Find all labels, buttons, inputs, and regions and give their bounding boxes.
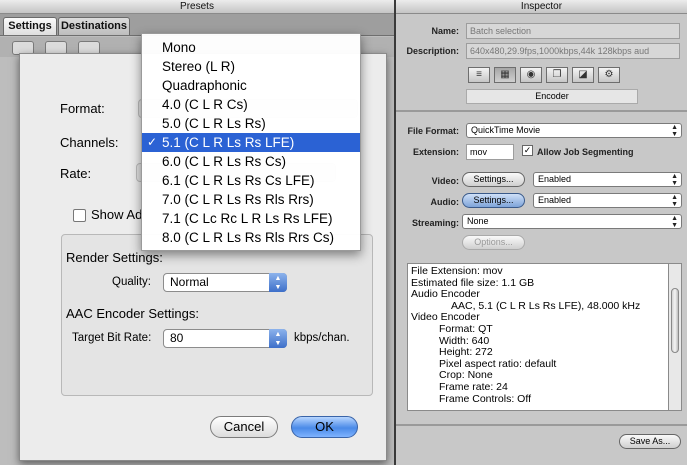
channels-menu: Mono Stereo (L R) Quadraphonic 4.0 (C L … [141,33,361,251]
audio-label: Audio: [430,197,460,207]
presets-titlebar: Presets [0,0,394,14]
target-bitrate-popup[interactable]: 80 ▲ ▼ [163,329,287,348]
settings-summary-text: File Extension: mov Estimated file size:… [407,263,669,411]
file-format-value: QuickTime Movie [471,125,541,135]
menu-item-stereo[interactable]: Stereo (L R) [142,57,360,76]
bitrate-unit-label: kbps/chan. [294,332,350,344]
allow-segmenting-label: Allow Job Segmenting [537,147,634,157]
menu-item-label: Mono [162,40,196,55]
streaming-label: Streaming: [411,218,459,228]
description-field[interactable]: 640x480,29.9fps,1000kbps,44k 128kbps aud [466,43,680,59]
divider [396,424,687,426]
quality-popup[interactable]: Normal ▲ ▼ [163,273,287,292]
summary-scrollbar[interactable] [669,263,682,411]
name-label: Name: [431,26,459,36]
audio-enabled-popup[interactable]: Enabled ▲ ▼ [533,193,682,208]
quality-label: Quality: [112,276,151,288]
extension-field[interactable]: mov [466,144,514,160]
ok-button[interactable]: OK [291,416,358,438]
menu-item-4-0[interactable]: 4.0 (C L R Cs) [142,95,360,114]
file-format-popup[interactable]: QuickTime Movie ▲ ▼ [466,123,682,138]
menu-item-label: 7.1 (C Lc Rc L R Ls Rs LFE) [162,211,333,226]
settings-group: Render Settings: Quality: Normal ▲ ▼ AAC … [61,234,373,396]
extension-label: Extension: [412,147,459,157]
frame-controls-tab-icon[interactable]: ◉ [520,67,542,83]
encoder-pane-label: Encoder [466,89,638,104]
popup-arrows-icon: ▲ ▼ [269,273,287,292]
streaming-value: None [467,216,489,226]
tab-settings[interactable]: Settings [3,17,57,35]
summary-line: Height: 272 [439,346,493,359]
streaming-popup[interactable]: None ▲ ▼ [462,214,682,229]
menu-item-8-0[interactable]: 8.0 (C L R Ls Rs Rls Rrs Cs) [142,228,360,247]
file-format-label: File Format: [407,126,459,136]
menu-item-label: 5.1 (C L R Ls Rs LFE) [162,135,295,150]
menu-item-5-0[interactable]: 5.0 (C L R Ls Rs) [142,114,360,133]
menu-item-label: 6.0 (C L R Ls Rs Cs) [162,154,287,169]
summary-line: File Extension: mov [411,265,503,277]
video-enabled-value: Enabled [538,174,572,184]
inspector-window: Inspector Name: Batch selection Descript… [396,0,687,465]
quality-value: Normal [170,275,209,289]
inspector-titlebar: Inspector [396,0,687,14]
menu-item-label: 6.1 (C L R Ls Rs Cs LFE) [162,173,315,188]
menu-item-6-1[interactable]: 6.1 (C L R Ls Rs Cs LFE) [142,171,360,190]
menu-item-label: 8.0 (C L R Ls Rs Rls Rrs Cs) [162,230,335,245]
presets-window: Presets Settings Destinations Format: Ch… [0,0,394,465]
menu-item-mono[interactable]: Mono [142,38,360,57]
format-label: Format: [60,101,105,116]
encoder-tab-icon[interactable]: ▦ [494,67,516,83]
render-settings-title: Render Settings: [66,250,163,265]
popup-arrows-icon: ▲ ▼ [671,215,678,229]
show-advanced-checkbox[interactable] [73,209,86,222]
menu-item-7-0[interactable]: 7.0 (C L R Ls Rs Rls Rrs) [142,190,360,209]
filters-tab-icon[interactable]: ❐ [546,67,568,83]
summary-line: Frame Controls: Off [439,392,531,405]
menu-item-6-0[interactable]: 6.0 (C L R Ls Rs Cs) [142,152,360,171]
tab-destinations[interactable]: Destinations [58,17,130,35]
menu-item-5-1[interactable]: ✓ 5.1 (C L R Ls Rs LFE) [142,133,360,152]
actions-tab-icon[interactable]: ⚙ [598,67,620,83]
popup-arrows-icon: ▲ ▼ [671,173,678,187]
menu-item-7-1[interactable]: 7.1 (C Lc Rc L R Ls Rs LFE) [142,209,360,228]
rate-label: Rate: [60,166,92,181]
target-bitrate-label: Target Bit Rate: [72,332,152,344]
menu-item-label: 5.0 (C L R Ls Rs) [162,116,266,131]
menu-item-label: 4.0 (C L R Cs) [162,97,248,112]
aac-encoder-title: AAC Encoder Settings: [66,306,199,321]
allow-segmenting-checkbox[interactable]: ✓ [522,145,533,156]
streaming-options-button[interactable]: Options... [462,235,525,250]
popup-arrows-icon: ▲ ▼ [671,124,678,138]
scrollbar-thumb[interactable] [671,288,679,353]
popup-arrows-icon: ▲ ▼ [671,194,678,208]
audio-settings-button[interactable]: Settings... [462,193,525,208]
target-bitrate-value: 80 [170,331,184,345]
menu-item-quadraphonic[interactable]: Quadraphonic [142,76,360,95]
popup-arrows-icon: ▲ ▼ [269,329,287,348]
save-as-button[interactable]: Save As... [619,434,681,449]
divider [396,110,687,112]
menu-item-label: Stereo (L R) [162,59,236,74]
video-label: Video: [431,176,459,186]
checkmark-icon: ✓ [147,135,158,149]
video-enabled-popup[interactable]: Enabled ▲ ▼ [533,172,682,187]
description-label: Description: [406,46,459,56]
name-field[interactable]: Batch selection [466,23,680,39]
audio-enabled-value: Enabled [538,195,572,205]
show-advanced-label: Show Ad [91,207,143,222]
cancel-button[interactable]: Cancel [210,416,278,438]
menu-item-label: Quadraphonic [162,78,247,93]
summary-line: Format: QT [439,322,493,335]
menu-item-label: 7.0 (C L R Ls Rs Rls Rrs) [162,192,314,207]
summary-tab-icon[interactable]: ≡ [468,67,490,83]
channels-label: Channels: [60,135,119,150]
video-settings-button[interactable]: Settings... [462,172,525,187]
summary-line: Frame rate: 24 [439,380,508,393]
geometry-tab-icon[interactable]: ◪ [572,67,594,83]
